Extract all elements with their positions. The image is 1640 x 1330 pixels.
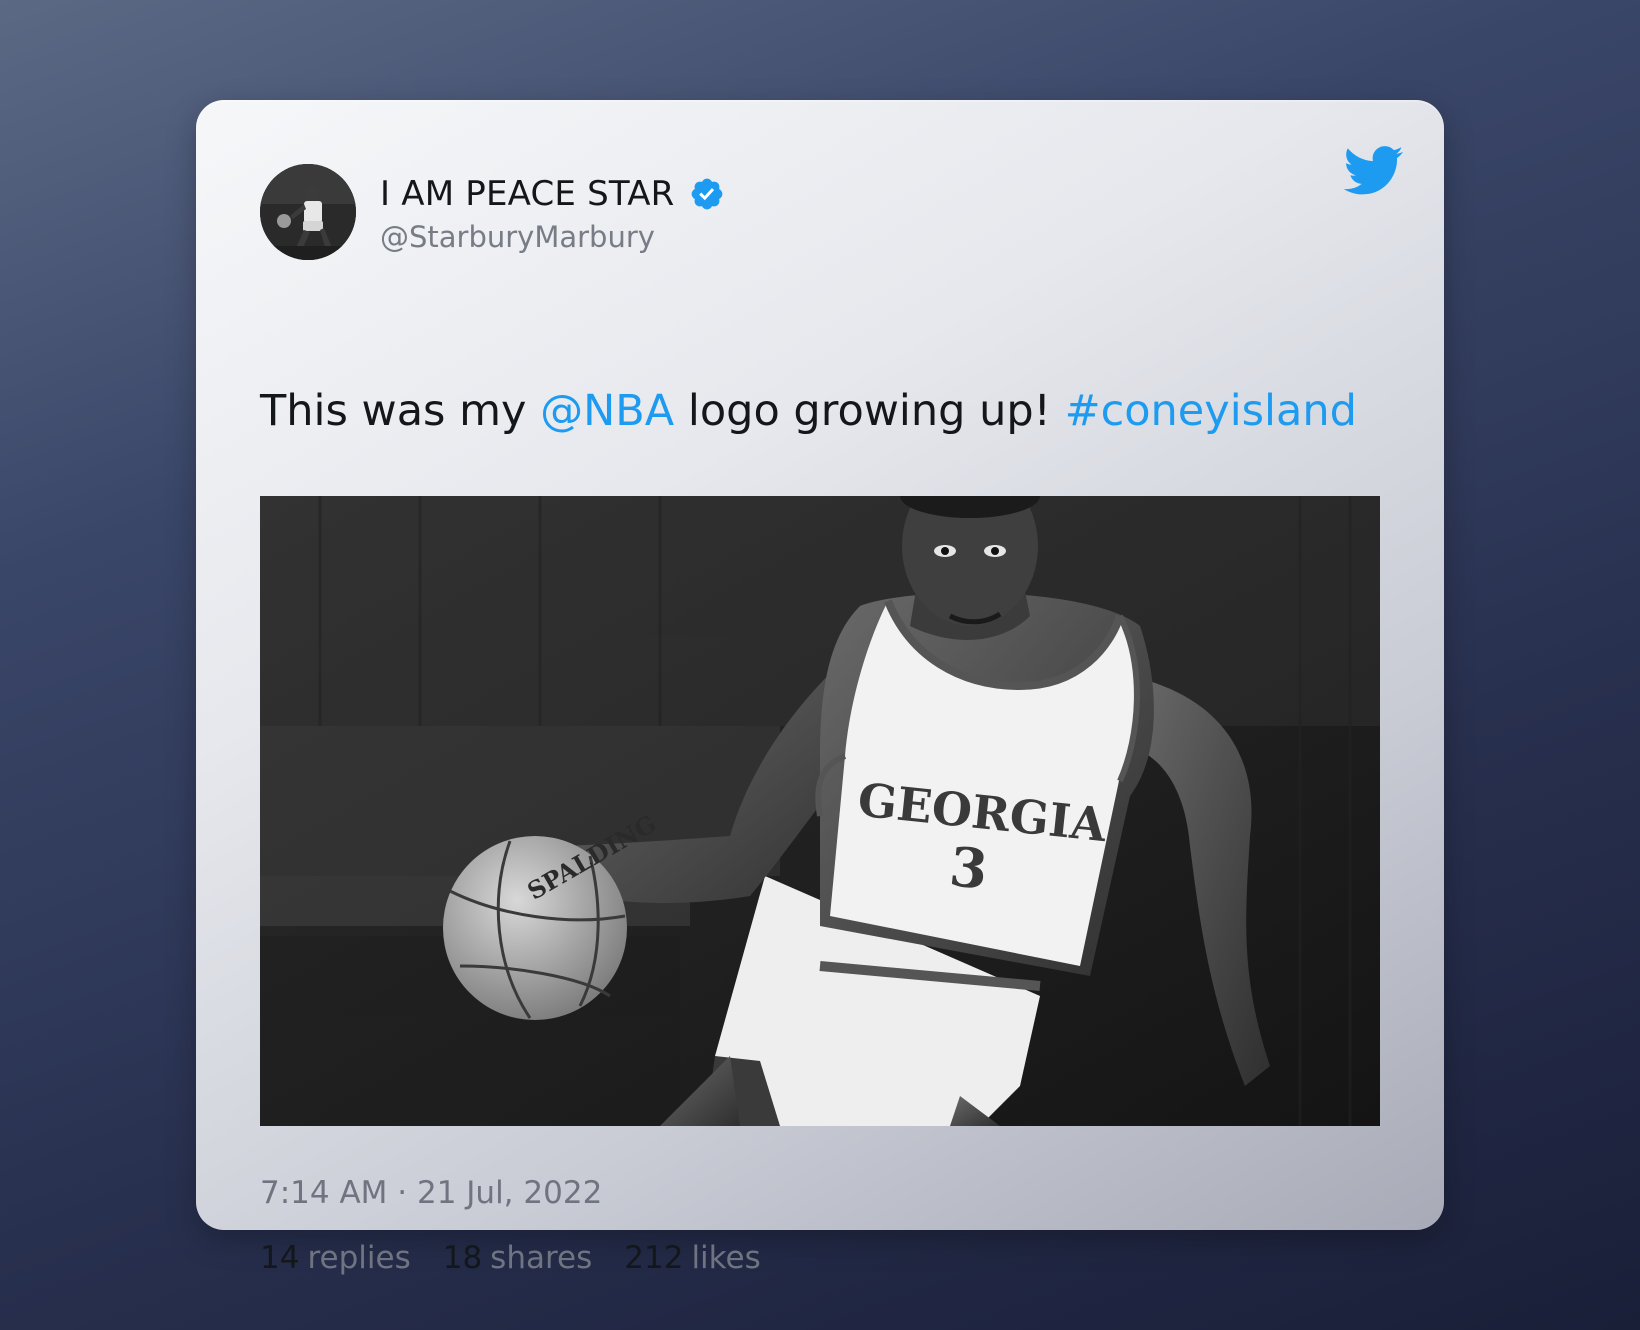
tweet-timestamp[interactable]: 7:14 AM · 21 Jul, 2022 bbox=[260, 1175, 602, 1211]
shares-label: shares bbox=[490, 1240, 593, 1276]
basketball-player-photo: GEORGIA 3 SPALDING bbox=[260, 496, 1380, 1126]
avatar[interactable] bbox=[260, 164, 356, 260]
tweet-card: I AM PEACE STAR @StarburyMarbury This wa… bbox=[196, 100, 1444, 1276]
replies-count: 14 bbox=[260, 1240, 300, 1276]
tweet-stats: 14 replies 18 shares 212 likes bbox=[260, 1240, 761, 1276]
author-handle[interactable]: @StarburyMarbury bbox=[380, 220, 725, 254]
tweet-text-part: This was my bbox=[260, 386, 541, 436]
author-name[interactable]: I AM PEACE STAR bbox=[380, 174, 675, 214]
replies-label: replies bbox=[307, 1240, 411, 1276]
author-block: I AM PEACE STAR @StarburyMarbury bbox=[380, 170, 725, 254]
tweet-text-part: logo growing up! bbox=[674, 386, 1065, 436]
hashtag-link[interactable]: #coneyisland bbox=[1065, 386, 1357, 436]
likes-stat[interactable]: 212 likes bbox=[624, 1240, 760, 1276]
shares-count: 18 bbox=[442, 1240, 483, 1276]
mention-link[interactable]: @NBA bbox=[540, 386, 674, 436]
likes-count: 212 bbox=[624, 1240, 684, 1276]
verified-badge-icon bbox=[689, 176, 725, 212]
shares-stat[interactable]: 18 shares bbox=[443, 1240, 593, 1276]
tweet-media-photo[interactable]: GEORGIA 3 SPALDING bbox=[260, 496, 1380, 1126]
replies-stat[interactable]: 14 replies bbox=[260, 1240, 411, 1276]
jersey-number: 3 bbox=[947, 834, 991, 902]
twitter-bird-icon[interactable] bbox=[1343, 146, 1404, 196]
author-name-row: I AM PEACE STAR bbox=[380, 170, 725, 218]
tweet-text: This was my @NBA logo growing up! #coney… bbox=[260, 386, 1357, 436]
likes-label: likes bbox=[691, 1240, 761, 1276]
avatar-image bbox=[260, 164, 356, 260]
